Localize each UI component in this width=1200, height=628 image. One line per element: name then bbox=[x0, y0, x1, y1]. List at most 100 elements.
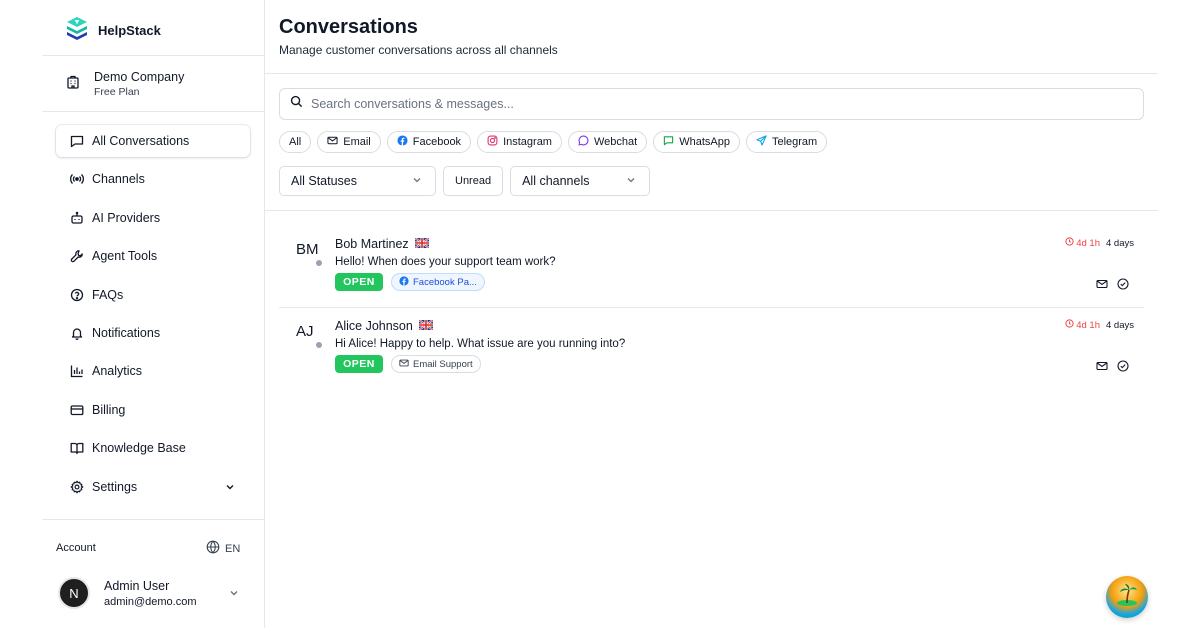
clock-icon bbox=[1065, 237, 1074, 249]
unread-button-label: Unread bbox=[455, 175, 492, 187]
channel-filter-chips: All Email Facebook Instagram Webchat Wha… bbox=[279, 131, 828, 153]
sidebar-item-label: Analytics bbox=[92, 364, 143, 379]
sidebar-item-label: FAQs bbox=[92, 287, 124, 302]
channel-select[interactable]: All channels bbox=[510, 166, 651, 196]
whatsapp-icon bbox=[663, 135, 674, 149]
contact-initials: BM bbox=[296, 241, 319, 258]
mail-icon bbox=[399, 358, 409, 371]
flag-icon bbox=[418, 319, 434, 333]
status-select[interactable]: All Statuses bbox=[279, 166, 436, 196]
sidebar-item-label: Notifications bbox=[92, 325, 161, 340]
filter-bar: All Statuses Unread All channels bbox=[279, 166, 651, 196]
gear-icon bbox=[70, 480, 84, 494]
sidebar-item-analytics[interactable]: Analytics bbox=[56, 355, 250, 387]
sidebar-item-agent-tools[interactable]: Agent Tools bbox=[56, 240, 250, 272]
check-circle-icon[interactable] bbox=[1117, 359, 1129, 377]
user-name: Admin User bbox=[104, 578, 170, 593]
main-content: Conversations Manage customer conversati… bbox=[265, 0, 1158, 628]
chevron-down-icon[interactable] bbox=[224, 481, 236, 493]
clock-icon bbox=[1065, 319, 1074, 331]
company-plan: Free Plan bbox=[94, 86, 140, 98]
divider bbox=[42, 111, 264, 112]
chip-email[interactable]: Email bbox=[317, 131, 381, 153]
sidebar-item-settings[interactable]: Settings bbox=[56, 471, 250, 503]
sidebar-item-ai-providers[interactable]: AI Providers bbox=[56, 202, 250, 234]
chip-label: WhatsApp bbox=[679, 136, 730, 148]
conversation-item[interactable]: BM Bob Martinez Hello! When does your su… bbox=[279, 230, 1144, 312]
chip-label: Facebook bbox=[412, 136, 462, 148]
bot-icon bbox=[70, 211, 84, 225]
conversation-actions bbox=[1096, 359, 1129, 377]
sidebar-item-faqs[interactable]: FAQs bbox=[56, 279, 250, 311]
presence-dot bbox=[316, 342, 322, 348]
page-subtitle: Manage customer conversations across all… bbox=[279, 43, 558, 57]
facebook-icon bbox=[399, 275, 409, 289]
app-name: HelpStack bbox=[98, 23, 161, 38]
status-badge: OPEN bbox=[335, 273, 383, 291]
divider bbox=[265, 210, 1158, 211]
sidebar-item-channels[interactable]: Channels bbox=[56, 163, 250, 195]
divider bbox=[42, 55, 264, 56]
unread-button[interactable]: Unread bbox=[443, 166, 504, 196]
sidebar-item-label: All Conversations bbox=[92, 134, 190, 148]
brand[interactable]: HelpStack bbox=[66, 16, 161, 45]
search-input[interactable] bbox=[311, 97, 1111, 111]
flag-icon bbox=[414, 237, 430, 251]
chevron-down-icon[interactable] bbox=[228, 586, 240, 604]
language-code: EN bbox=[225, 542, 241, 555]
chip-whatsapp[interactable]: WhatsApp bbox=[653, 131, 740, 153]
chip-label: Instagram bbox=[503, 136, 552, 148]
credit-card-icon bbox=[70, 403, 84, 417]
sidebar-item-billing[interactable]: Billing bbox=[56, 394, 250, 426]
conversation-actions bbox=[1096, 277, 1129, 295]
check-circle-icon[interactable] bbox=[1117, 277, 1129, 295]
message-preview: Hello! When does your support team work? bbox=[335, 256, 556, 268]
instagram-icon bbox=[487, 135, 498, 149]
sidebar-item-all-conversations[interactable]: All Conversations bbox=[56, 125, 250, 157]
chat-widget-button[interactable] bbox=[1106, 576, 1148, 618]
chip-label: Webchat bbox=[593, 136, 638, 148]
company-switcher[interactable]: Demo Company Free Plan bbox=[66, 70, 184, 98]
avatar: N bbox=[58, 577, 90, 609]
search-bar[interactable] bbox=[279, 88, 1144, 120]
chip-webchat[interactable]: Webchat bbox=[567, 131, 648, 153]
sla-value: 4d 1h bbox=[1076, 237, 1100, 249]
send-icon bbox=[756, 135, 767, 149]
mark-read-icon[interactable] bbox=[1096, 359, 1108, 377]
user-email: admin@demo.com bbox=[104, 595, 197, 608]
divider bbox=[42, 519, 264, 520]
presence-dot bbox=[316, 260, 322, 266]
contact-name-row: Alice Johnson bbox=[335, 319, 434, 333]
chip-label: Email bbox=[343, 136, 371, 148]
wrench-icon bbox=[70, 249, 84, 263]
sidebar-item-label: AI Providers bbox=[92, 210, 161, 225]
conversation-item[interactable]: AJ Alice Johnson Hi Alice! Happy to help… bbox=[279, 312, 1144, 394]
sidebar-item-label: Settings bbox=[92, 479, 138, 494]
logo-icon bbox=[66, 16, 88, 45]
bell-icon bbox=[70, 326, 84, 340]
sla-value: 4d 1h bbox=[1076, 319, 1100, 331]
language-switcher[interactable]: EN bbox=[206, 540, 240, 557]
chip-all[interactable]: All bbox=[279, 131, 312, 153]
sidebar-item-notifications[interactable]: Notifications bbox=[56, 317, 250, 349]
sidebar-item-label: Channels bbox=[92, 172, 145, 187]
status-select-value: All Statuses bbox=[291, 174, 358, 188]
book-icon bbox=[70, 441, 84, 455]
chip-instagram[interactable]: Instagram bbox=[477, 131, 562, 153]
chip-facebook[interactable]: Facebook bbox=[386, 131, 472, 153]
conversation-age: 4 days bbox=[1106, 319, 1134, 331]
user-menu[interactable]: N Admin User admin@demo.com bbox=[58, 577, 196, 609]
contact-name-row: Bob Martinez bbox=[335, 237, 430, 251]
channel-badge-label: Facebook Pa... bbox=[413, 276, 477, 288]
chip-telegram[interactable]: Telegram bbox=[745, 131, 828, 153]
sidebar-nav: All Conversations Channels AI Providers … bbox=[56, 125, 250, 509]
message-circle-icon bbox=[578, 135, 589, 149]
contact-name: Alice Johnson bbox=[335, 319, 413, 333]
channel-badge: Email Support bbox=[391, 355, 481, 373]
channel-badge-label: Email Support bbox=[413, 358, 473, 370]
channel-select-value: All channels bbox=[522, 174, 590, 188]
sidebar-item-knowledge-base[interactable]: Knowledge Base bbox=[56, 432, 250, 464]
mark-read-icon[interactable] bbox=[1096, 277, 1108, 295]
company-name: Demo Company bbox=[94, 70, 185, 84]
search-icon bbox=[290, 95, 303, 113]
